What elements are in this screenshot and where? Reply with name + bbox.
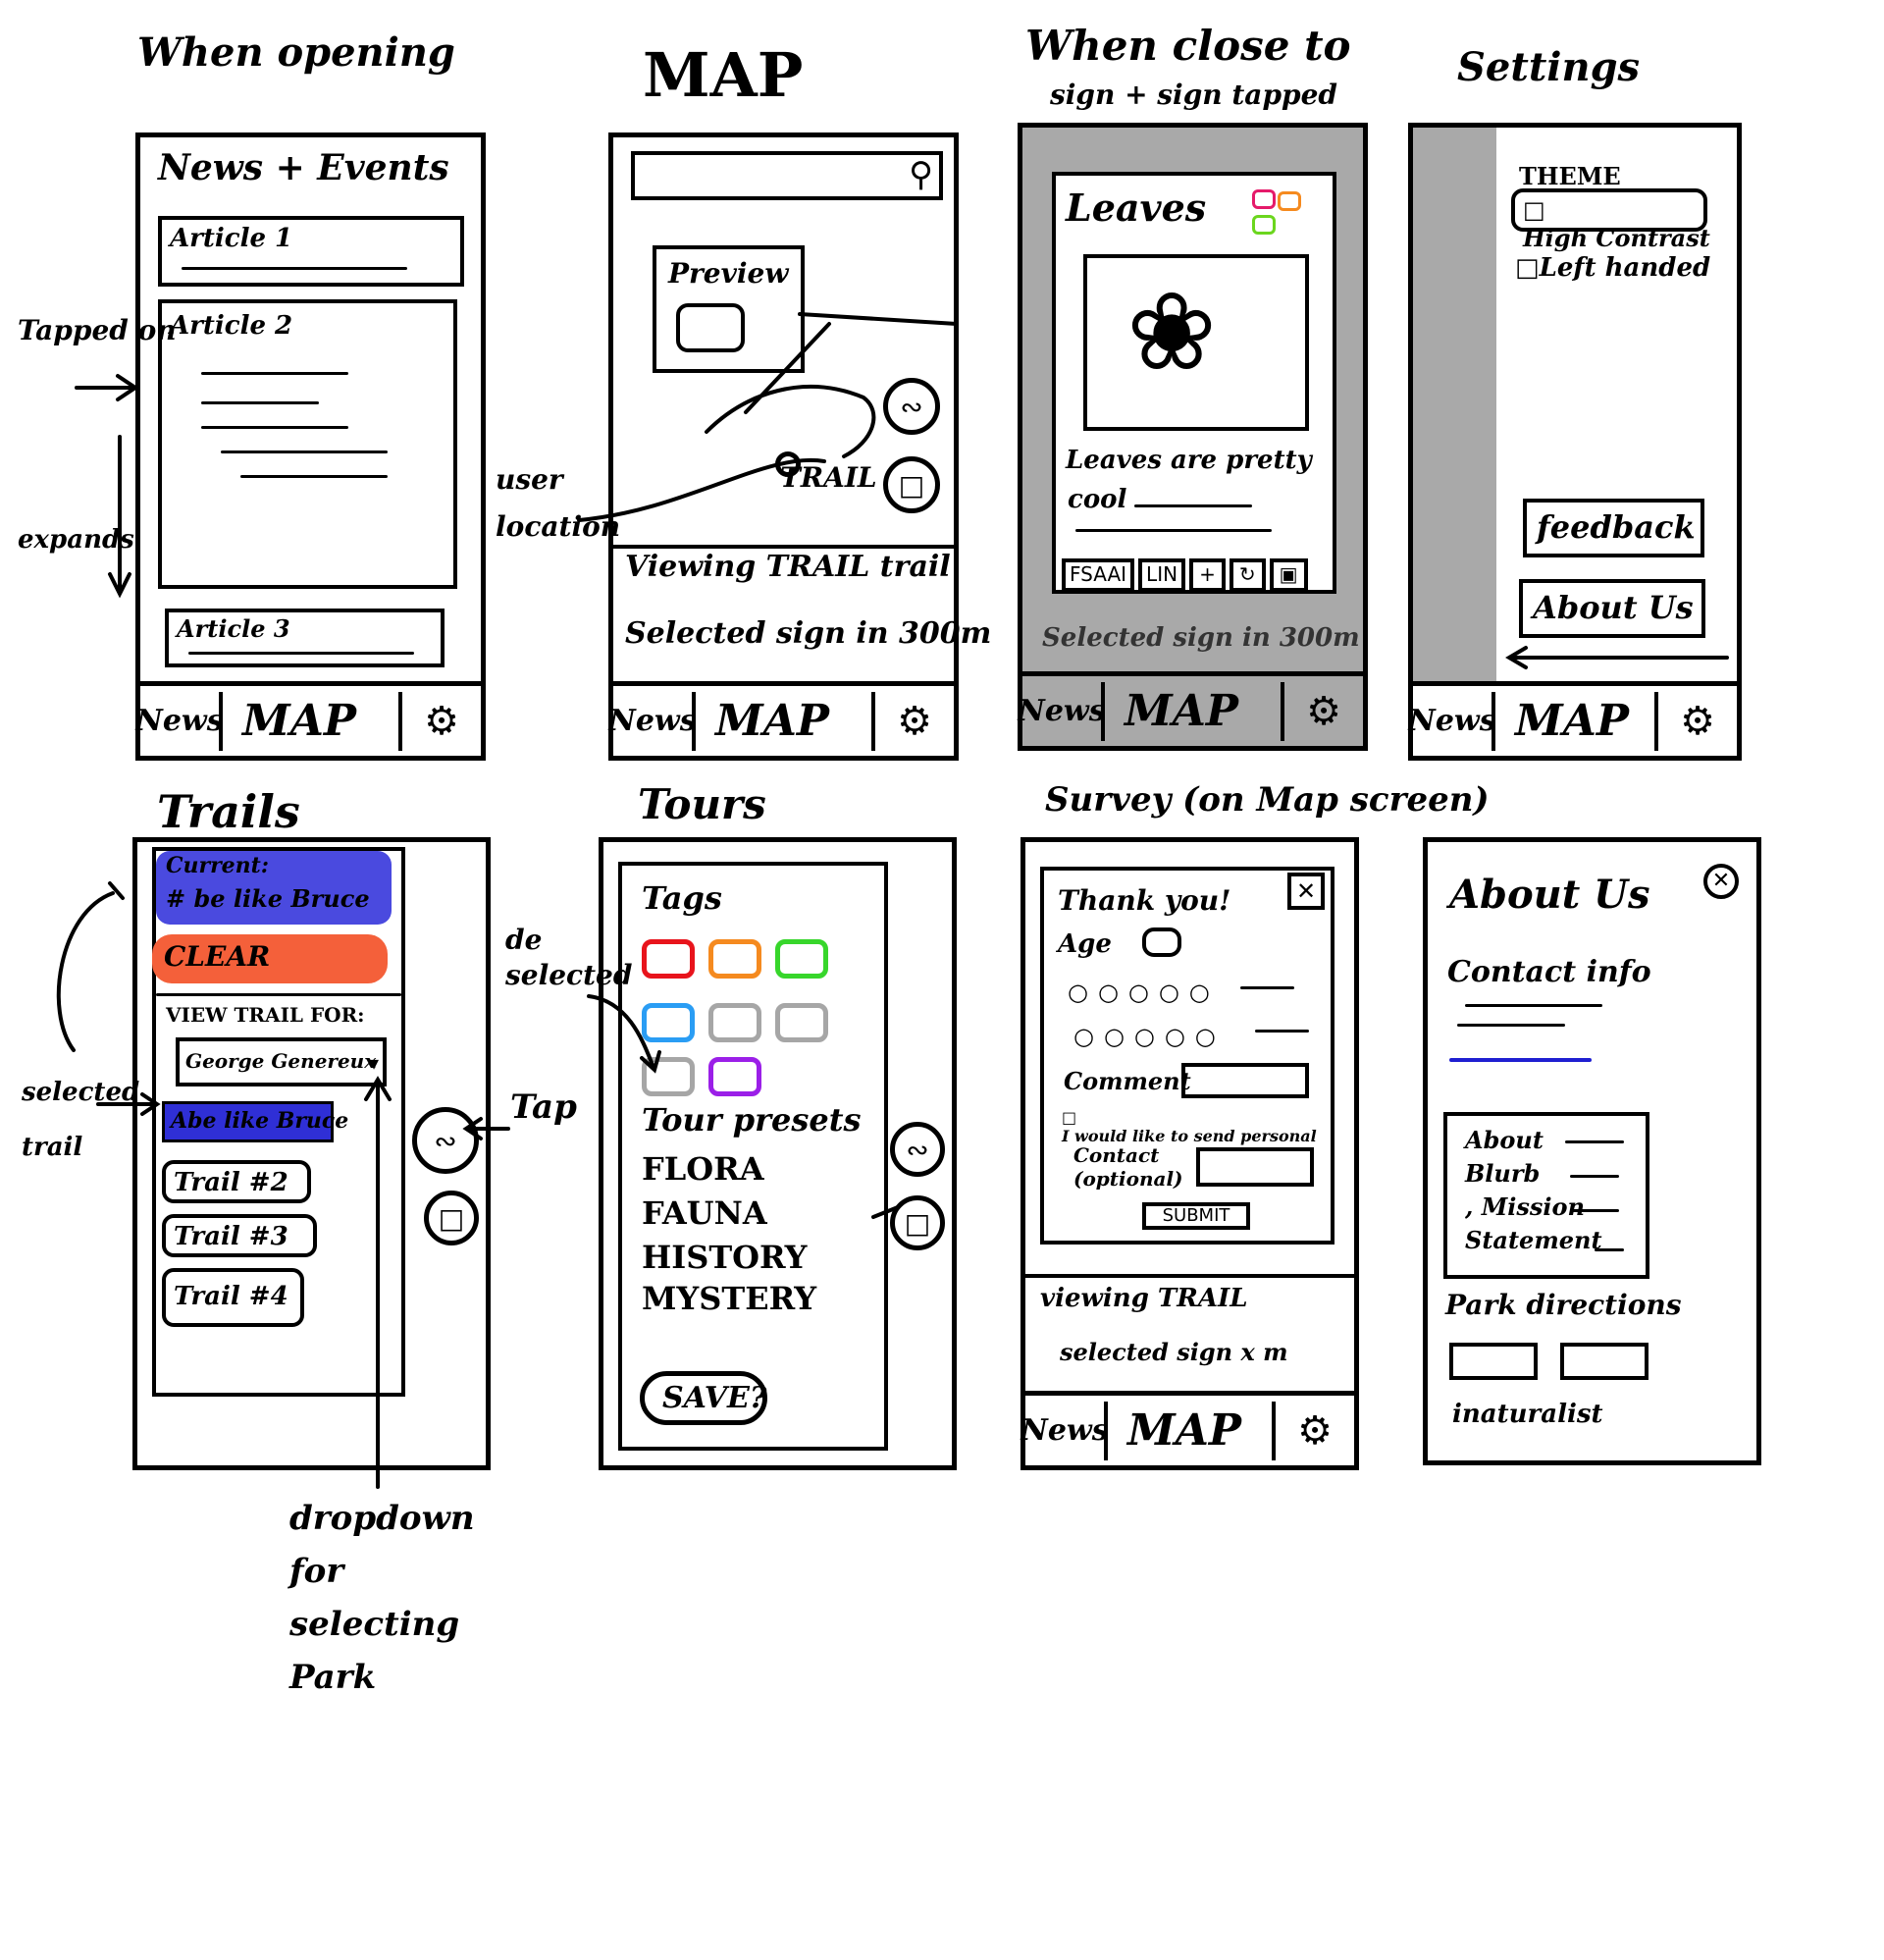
annotation-arrows: [56, 312, 1729, 1489]
